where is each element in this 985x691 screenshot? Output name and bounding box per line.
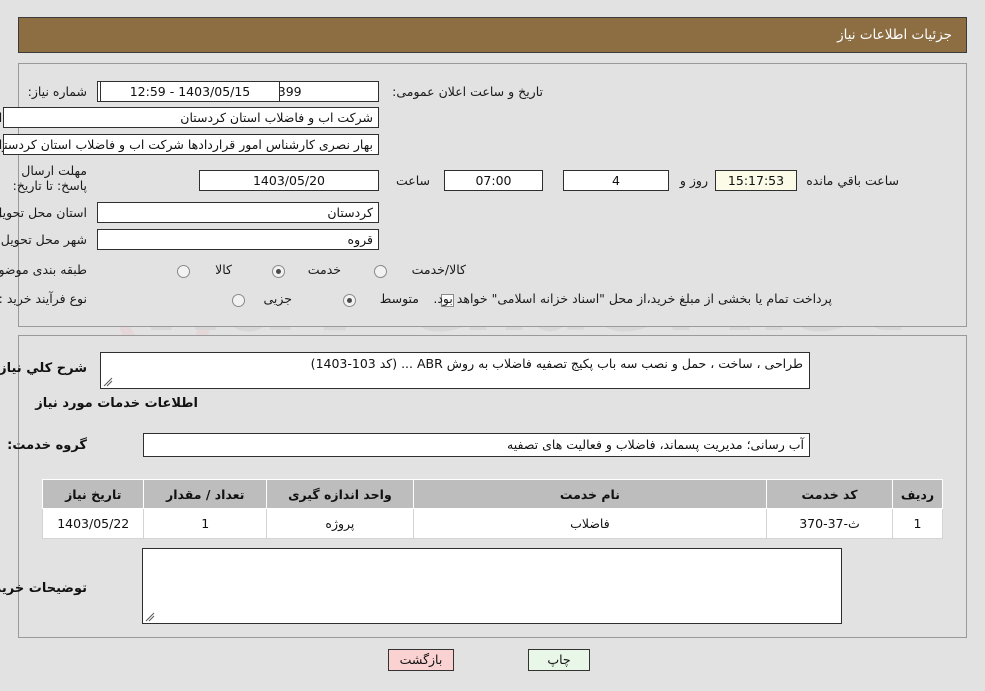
radio-process-jozi[interactable]: [232, 294, 245, 307]
need-info-panel: [18, 63, 967, 327]
service-group-label: گروه خدمت:: [7, 438, 87, 453]
radio-category-khedmat-label: خدمت: [307, 262, 341, 277]
cell-unit: پروژه: [266, 508, 414, 539]
table-row: 1 ث-37-370 فاضلاب پروژه 1 1403/05/22: [41, 508, 944, 539]
print-button[interactable]: چاپ: [528, 649, 590, 671]
delivery-city-label: شهر محل تحویل:: [0, 232, 87, 247]
deadline-date-value: 1403/05/20: [199, 170, 379, 191]
buyer-notes-textarea[interactable]: [142, 548, 842, 624]
resize-grip-icon[interactable]: [103, 377, 113, 387]
cell-code: ث-37-370: [766, 508, 893, 539]
page-header: جزئیات اطلاعات نیاز: [18, 17, 967, 53]
services-table: ردیف کد خدمت نام خدمت واحد اندازه گیری ت…: [41, 479, 944, 539]
deadline-time-value: 07:00: [444, 170, 543, 191]
description-text: طراحی ، ساخت ، حمل و نصب سه باب پکیج تصف…: [310, 356, 803, 371]
delivery-province-value: کردستان: [97, 202, 379, 223]
delivery-city-value: قروه: [97, 229, 379, 250]
buyer-org-value: شرکت اب و فاضلاب استان کردستان: [3, 107, 379, 128]
resize-grip-icon[interactable]: [145, 612, 155, 622]
col-code: کد خدمت: [766, 479, 893, 509]
services-section-title: اطلاعات خدمات مورد نیاز: [35, 396, 198, 411]
cell-name: فاضلاب: [412, 508, 768, 539]
treasury-docs-note: پرداخت تمام یا بخشی از مبلغ خرید،از محل …: [433, 291, 832, 306]
buyer-notes-label: توضیحات خریدار:: [0, 581, 87, 596]
col-unit: واحد اندازه گیری: [266, 479, 414, 509]
description-label: شرح کلي نياز:: [0, 361, 87, 376]
col-quantity: تعداد / مقدار: [143, 479, 268, 509]
service-group-value: آب رسانی؛ مدیریت پسماند، فاضلاب و فعالیت…: [143, 433, 810, 457]
deadline-countdown-label: ساعت باقي مانده: [806, 173, 899, 188]
table-header-row: ردیف کد خدمت نام خدمت واحد اندازه گیری ت…: [41, 479, 944, 509]
description-value[interactable]: طراحی ، ساخت ، حمل و نصب سه باب پکیج تصف…: [100, 352, 810, 389]
delivery-province-label: استان محل تحویل:: [0, 205, 87, 220]
deadline-days-label: روز و: [679, 173, 708, 188]
radio-category-kala-khedmat[interactable]: [374, 265, 387, 278]
back-button[interactable]: بازگشت: [388, 649, 454, 671]
purchase-process-label: نوع فرآیند خرید :: [0, 291, 87, 306]
col-radif: ردیف: [891, 479, 944, 509]
announce-datetime-label: تاریخ و ساعت اعلان عمومی:: [392, 84, 543, 99]
cell-need-date: 1403/05/22: [41, 508, 145, 539]
radio-process-motavaset[interactable]: [343, 294, 356, 307]
radio-category-kala-khedmat-label: کالا/خدمت: [411, 262, 466, 277]
deadline-countdown-value: 15:17:53: [715, 170, 797, 191]
category-label: طبقه بندی موضوعی:: [0, 262, 87, 277]
deadline-time-label: ساعت: [395, 173, 430, 188]
cell-radif: 1: [891, 508, 944, 539]
radio-process-jozi-label: جزیی: [263, 291, 292, 306]
page-root: n a T e n d e r . n e t جزئیات اطلاعات ن…: [0, 0, 985, 691]
radio-category-kala-label: کالا: [215, 262, 232, 277]
page-title: جزئیات اطلاعات نیاز: [837, 27, 952, 43]
announce-datetime-value: 1403/05/15 - 12:59: [100, 81, 280, 102]
radio-category-khedmat[interactable]: [272, 265, 285, 278]
response-deadline-label: مهلت ارسال پاسخ: تا تاریخ:: [12, 163, 87, 193]
request-creator-value: بهار نصری کارشناس امور قراردادها شرکت اب…: [3, 134, 379, 155]
cell-quantity: 1: [143, 508, 268, 539]
col-name: نام خدمت: [412, 479, 768, 509]
deadline-days-value: 4: [563, 170, 669, 191]
radio-process-motavaset-label: متوسط: [379, 291, 419, 306]
col-need-date: تاریخ نیاز: [41, 479, 145, 509]
need-number-label: شماره نیاز:: [27, 84, 87, 99]
radio-category-kala[interactable]: [177, 265, 190, 278]
